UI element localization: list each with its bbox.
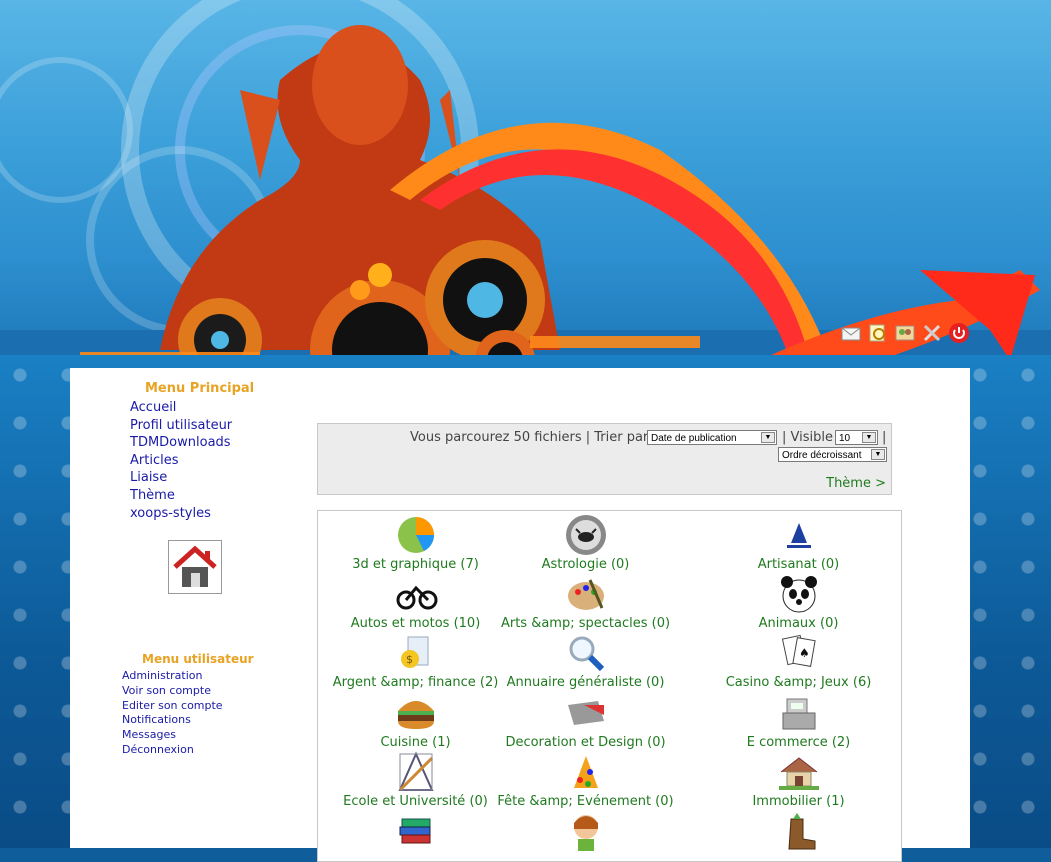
menu-item-tdmdownloads[interactable]: TDMDownloads — [130, 434, 300, 452]
theme-link[interactable]: Thème > — [826, 476, 886, 491]
category-label: Argent &amp; finance (2) — [332, 675, 499, 690]
category-label: Animaux (0) — [758, 616, 839, 631]
user-menu-administration[interactable]: Administration — [122, 669, 292, 684]
category-label: Fête &amp; Evénement (0) — [497, 794, 674, 809]
burger-icon — [397, 701, 434, 729]
power-icon[interactable] — [948, 322, 970, 344]
envelope-icon[interactable] — [840, 322, 862, 344]
money-icon: $ — [400, 636, 428, 668]
menu-item-theme[interactable]: Thème — [130, 487, 300, 505]
menu-item-profil[interactable]: Profil utilisateur — [130, 417, 300, 435]
user-menu-deconnexion[interactable]: Déconnexion — [122, 743, 292, 758]
browse-count-text: Vous parcourez 50 fichiers | Trier par — [410, 430, 649, 445]
girl-icon — [573, 815, 598, 851]
menu-item-accueil[interactable]: Accueil — [130, 399, 300, 417]
separator: | — [882, 430, 887, 445]
category-item[interactable]: Fête &amp; Evénement (0) — [488, 750, 683, 809]
pie-chart-icon — [397, 517, 434, 553]
user-menu-editer-compte[interactable]: Editer son compte — [122, 699, 292, 714]
main-menu-block: Menu Principal Accueil Profil utilisateu… — [130, 381, 300, 522]
motorbike-icon — [396, 585, 437, 610]
category-item[interactable]: Arts &amp; spectacles (0) — [488, 572, 683, 631]
geometry-icon — [397, 751, 434, 792]
category-item[interactable]: 3d et graphique (7) — [318, 513, 513, 572]
visible-value: 10 — [839, 433, 851, 444]
category-label: Artisanat (0) — [757, 557, 840, 572]
category-item[interactable]: Annuaire généraliste (0) — [488, 631, 683, 690]
order-value: Ordre décroissant — [782, 450, 862, 461]
sort-by-select[interactable]: Date de publication ▼ — [647, 430, 777, 445]
visible-label: | Visible — [782, 430, 833, 445]
svg-text:$: $ — [406, 653, 413, 666]
party-icon — [573, 756, 598, 788]
category-item[interactable] — [488, 809, 683, 853]
sort-by-value: Date de publication — [651, 433, 737, 444]
user-menu-messages[interactable]: Messages — [122, 728, 292, 743]
visible-select[interactable]: 10 ▼ — [835, 430, 878, 445]
home-icon — [173, 545, 217, 587]
category-item[interactable]: Ecole et Université (0) — [318, 750, 513, 809]
category-label: 3d et graphique (7) — [352, 557, 479, 572]
svg-text:♠: ♠ — [799, 646, 810, 660]
category-label: Astrologie (0) — [541, 557, 630, 572]
category-item[interactable]: Decoration et Design (0) — [488, 691, 683, 750]
search-doc-icon[interactable] — [867, 322, 889, 344]
user-menu-block: Menu utilisateur Administration Voir son… — [122, 652, 292, 758]
chevron-down-icon: ▼ — [871, 449, 885, 460]
cards-icon: ♠ — [781, 634, 816, 667]
category-item[interactable]: Artisanat (0) — [701, 513, 896, 572]
category-label: Immobilier (1) — [752, 794, 845, 809]
users-icon[interactable] — [894, 322, 916, 344]
artisan-logo-icon — [784, 519, 813, 548]
cash-register-icon — [782, 698, 815, 730]
category-item[interactable]: Animaux (0) — [701, 572, 896, 631]
category-item[interactable]: E commerce (2) — [701, 691, 896, 750]
category-label: Ecole et Université (0) — [343, 794, 488, 809]
category-label: Cuisine (1) — [380, 735, 451, 750]
books-icon — [399, 818, 430, 844]
category-label: Casino &amp; Jeux (6) — [725, 675, 872, 690]
home-button[interactable] — [168, 540, 222, 594]
category-item[interactable]: $ Argent &amp; finance (2) — [318, 631, 513, 690]
category-item[interactable]: Astrologie (0) — [488, 513, 683, 572]
category-label: E commerce (2) — [746, 735, 851, 750]
category-label: Autos et motos (10) — [350, 616, 481, 631]
category-item[interactable]: ♠ Casino &amp; Jeux (6) — [701, 631, 896, 690]
order-select[interactable]: Ordre décroissant ▼ — [778, 447, 887, 462]
menu-item-liaise[interactable]: Liaise — [130, 469, 300, 487]
crab-sign-icon — [565, 515, 606, 555]
tools-icon[interactable] — [921, 322, 943, 344]
category-label: Arts &amp; spectacles (0) — [500, 616, 671, 631]
category-item[interactable] — [318, 809, 513, 853]
sort-bar: Vous parcourez 50 fichiers | Trier par D… — [317, 423, 892, 495]
main-page: Menu Principal Accueil Profil utilisateu… — [70, 368, 970, 862]
user-menu-notifications[interactable]: Notifications — [122, 713, 292, 728]
magnifier-icon — [569, 636, 604, 672]
design-icon — [567, 701, 604, 725]
chevron-down-icon: ▼ — [761, 432, 775, 443]
category-item[interactable]: Immobilier (1) — [701, 750, 896, 809]
category-item[interactable]: Autos et motos (10) — [318, 572, 513, 631]
main-menu-title: Menu Principal — [145, 381, 255, 396]
category-item[interactable]: Cuisine (1) — [318, 691, 513, 750]
user-menu-title: Menu utilisateur — [142, 652, 254, 666]
palette-icon — [567, 579, 604, 610]
header-artwork — [0, 0, 1051, 370]
panda-icon — [780, 576, 817, 613]
chevron-down-icon: ▼ — [862, 432, 876, 443]
menu-item-xoops-styles[interactable]: xoops-styles — [130, 505, 300, 523]
category-item[interactable] — [701, 809, 896, 853]
header-banner — [0, 0, 1051, 370]
house-icon — [778, 757, 819, 790]
boot-icon — [787, 813, 815, 850]
category-label: Annuaire généraliste (0) — [506, 675, 665, 690]
category-label: Decoration et Design (0) — [505, 735, 666, 750]
user-menu-voir-compte[interactable]: Voir son compte — [122, 684, 292, 699]
categories-grid: 3d et graphique (7) Astrologie (0) Artis… — [317, 510, 902, 862]
menu-item-articles[interactable]: Articles — [130, 452, 300, 470]
